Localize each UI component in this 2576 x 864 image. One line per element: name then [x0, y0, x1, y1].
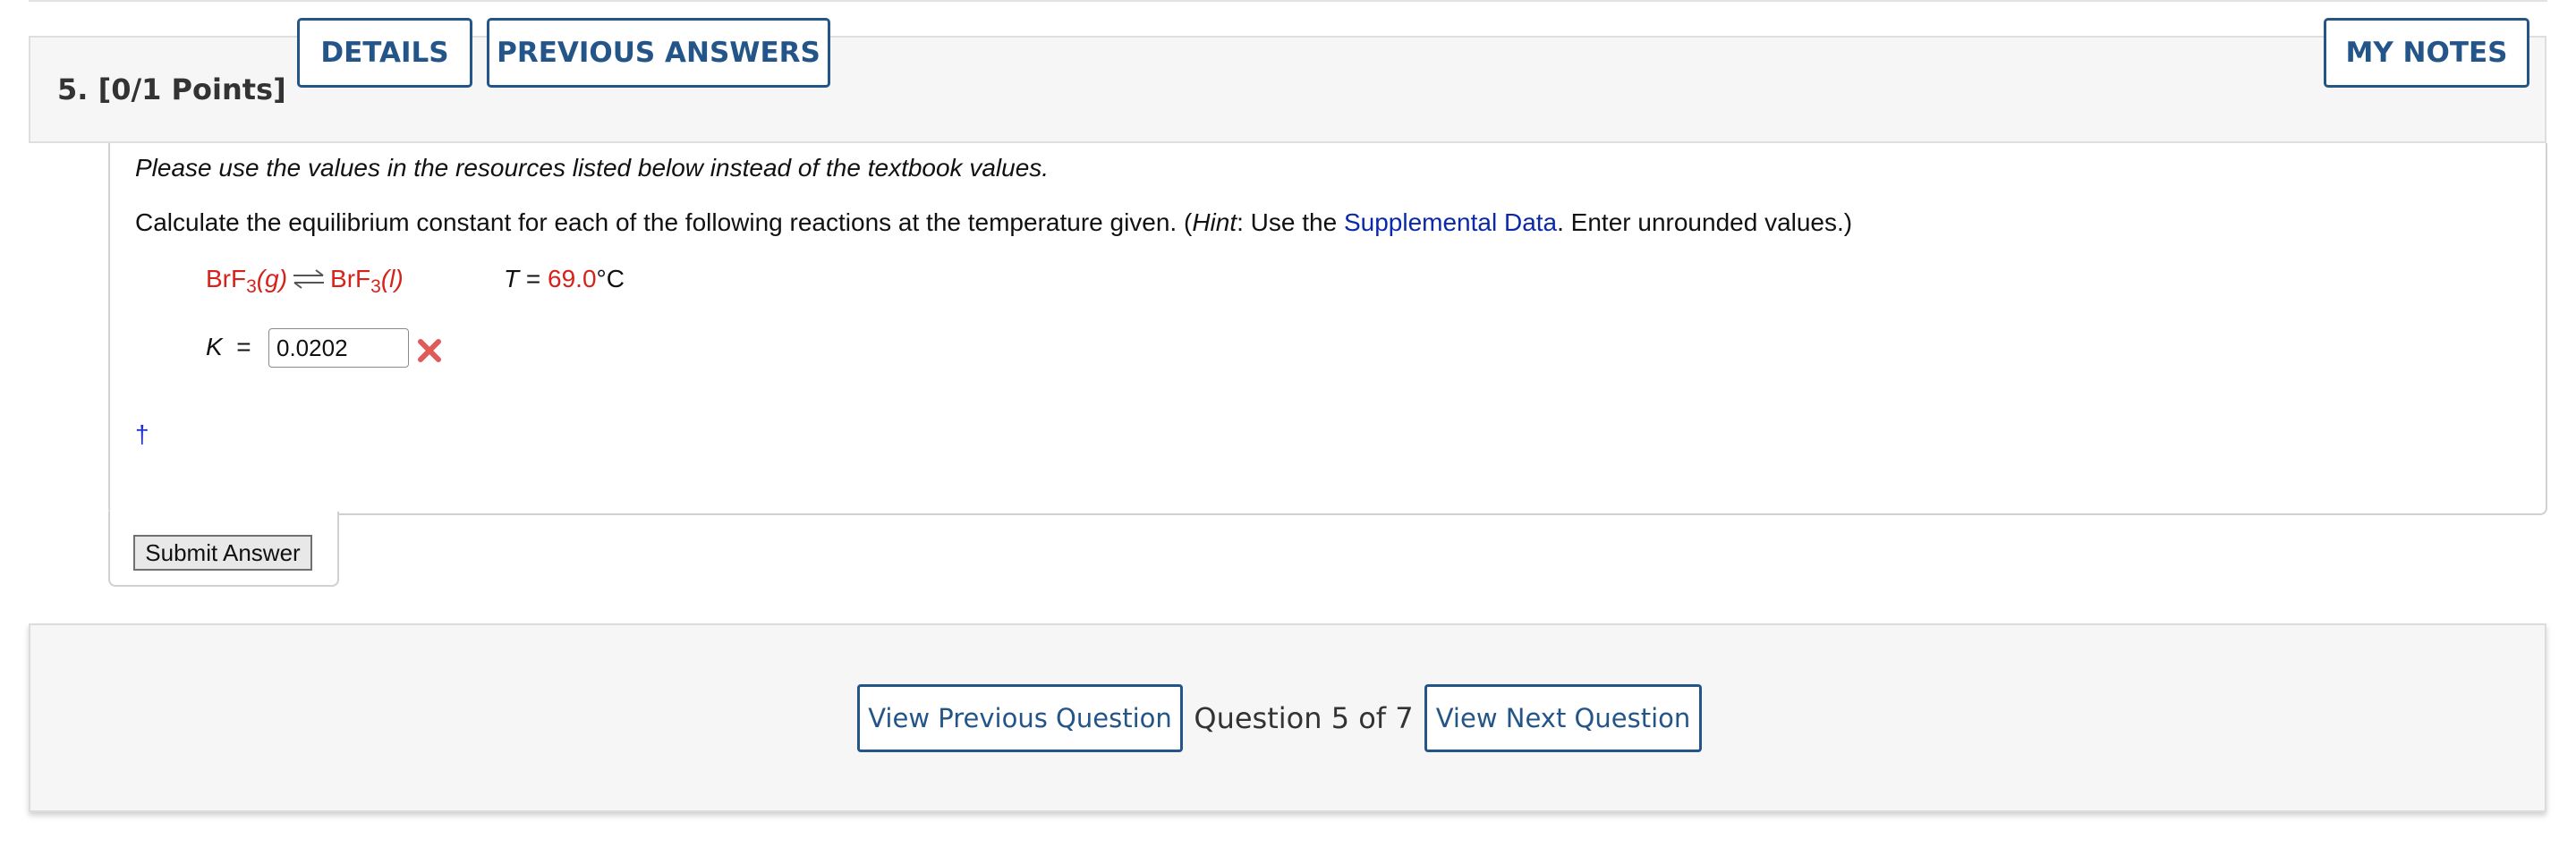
temperature-unit: °C: [596, 265, 625, 292]
previous-answers-button[interactable]: PREVIOUS ANSWERS: [487, 18, 830, 88]
k-symbol: K: [206, 333, 223, 360]
prompt-text-pre: Calculate the equilibrium constant for e…: [135, 208, 1193, 236]
my-notes-button[interactable]: MY NOTES: [2324, 18, 2529, 88]
view-previous-question-button[interactable]: View Previous Question: [857, 684, 1183, 752]
reaction-equation: BrF3(g) BrF3(l): [206, 265, 404, 298]
prompt-hint: Hint: [1192, 208, 1237, 236]
temperature-value: 69.0: [548, 265, 597, 292]
view-next-question-button[interactable]: View Next Question: [1424, 684, 1702, 752]
top-divider: [29, 0, 2547, 2]
k-label: K =: [206, 333, 251, 361]
k-equals: =: [236, 333, 251, 360]
equilibrium-arrow-icon: [293, 267, 325, 295]
product-formula: BrF: [330, 265, 371, 292]
incorrect-x-icon: [417, 338, 442, 363]
question-counter: Question 5 of 7: [1194, 701, 1414, 735]
product-state: (l): [380, 265, 404, 292]
question-number-points: 5. [0/1 Points]: [57, 72, 286, 106]
temperature: T = 69.0°C: [504, 265, 625, 293]
question-prompt: Calculate the equilibrium constant for e…: [135, 208, 1852, 237]
prompt-text-post: . Enter unrounded values.): [1557, 208, 1853, 236]
submit-answer-button[interactable]: Submit Answer: [133, 535, 312, 571]
supplemental-data-link[interactable]: Supplemental Data: [1344, 208, 1557, 236]
instruction-text: Please use the values in the resources l…: [135, 154, 1050, 182]
reactant-formula: BrF: [206, 265, 247, 292]
product-subscript: 3: [370, 276, 381, 297]
reactant-state: (g): [256, 265, 288, 292]
k-answer-input[interactable]: [268, 328, 409, 368]
prompt-text-mid: : Use the: [1237, 208, 1344, 236]
details-button[interactable]: DETAILS: [297, 18, 472, 88]
dagger-marker: †: [135, 420, 149, 448]
reactant-subscript: 3: [246, 276, 257, 297]
temperature-equals: =: [519, 265, 548, 292]
question-body: [108, 143, 2547, 515]
temperature-symbol: T: [504, 265, 520, 292]
